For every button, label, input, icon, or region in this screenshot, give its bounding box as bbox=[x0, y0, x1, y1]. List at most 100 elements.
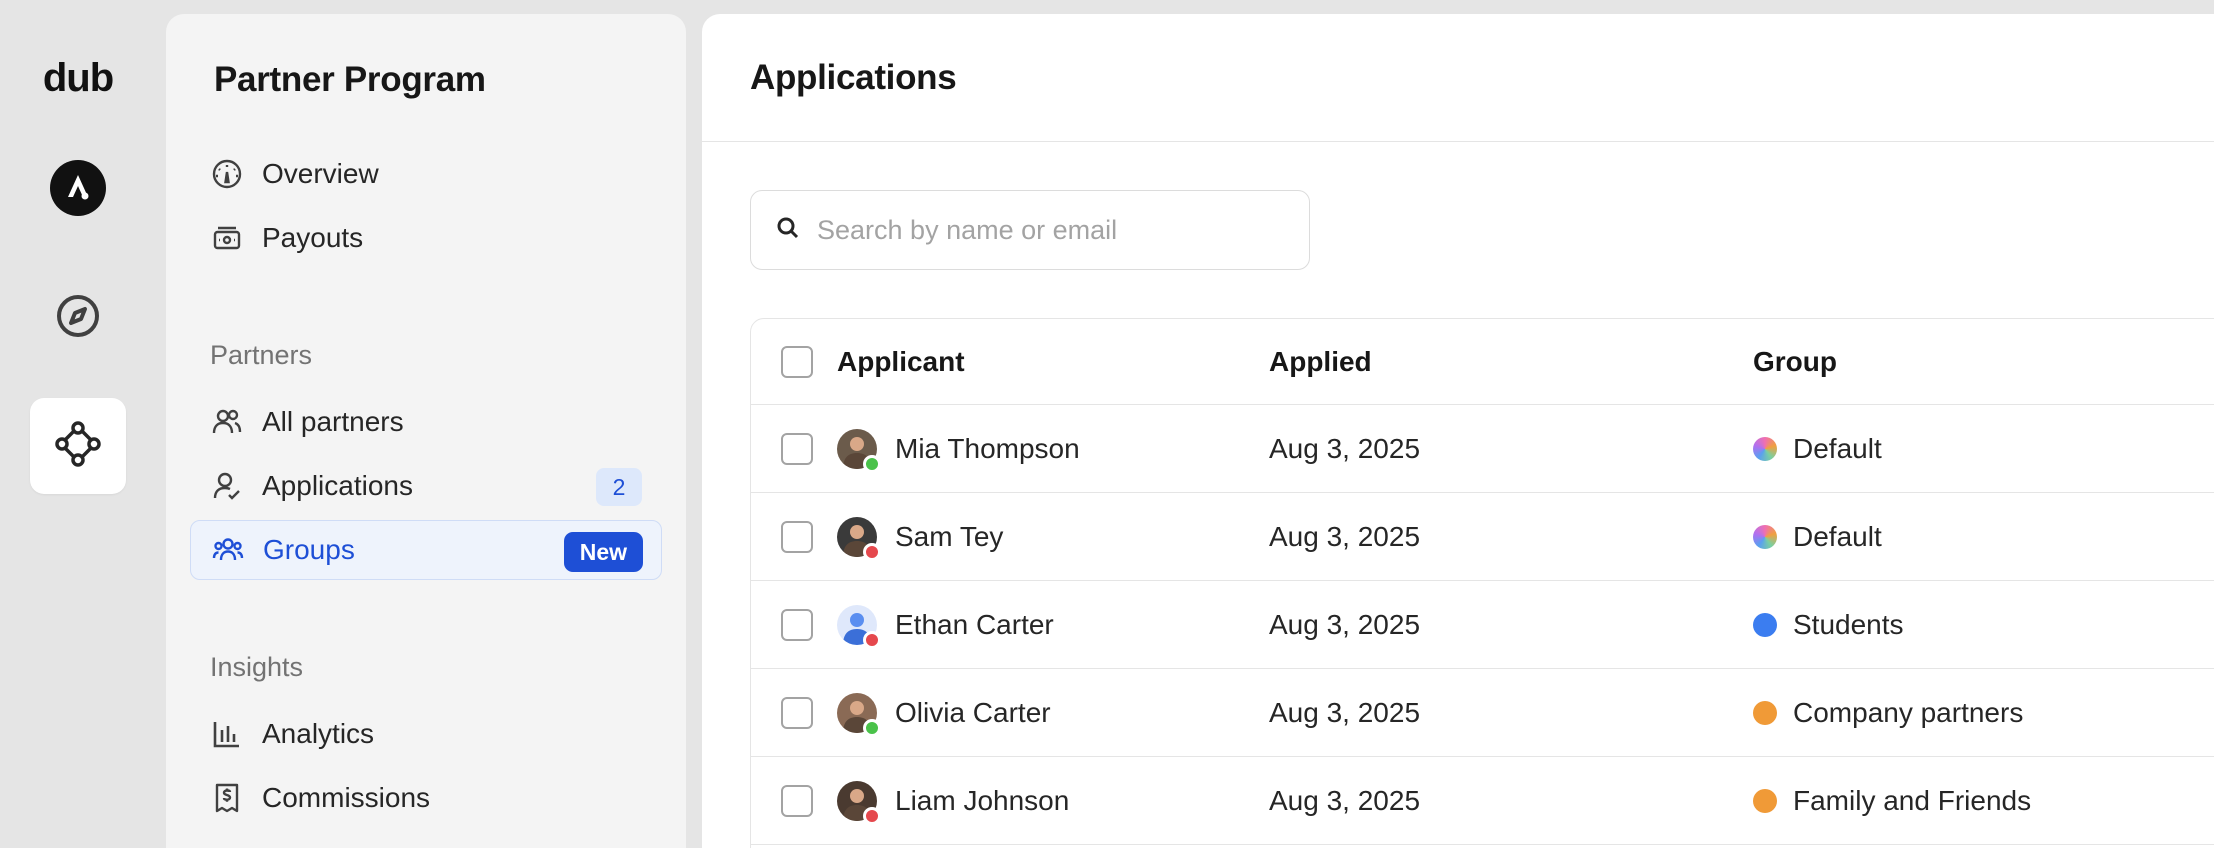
applied-cell: Aug 3, 2025 bbox=[1269, 784, 1421, 816]
group-color-dot bbox=[1753, 612, 1777, 637]
group-color-dot bbox=[1753, 788, 1777, 813]
row-select-cell bbox=[781, 581, 813, 668]
page-header: Applications bbox=[702, 14, 2214, 142]
group-cell: Default bbox=[1753, 405, 1882, 492]
avatar bbox=[837, 780, 881, 825]
group-name: Company partners bbox=[1793, 696, 2024, 728]
applicant-name[interactable]: Mia Thompson bbox=[895, 433, 1080, 465]
group-cell: Family and Friends bbox=[1753, 757, 2031, 844]
sidebar-item-groups[interactable]: Groups New bbox=[190, 520, 662, 580]
avatar bbox=[837, 604, 881, 649]
network-icon bbox=[53, 419, 103, 474]
sidebar-item-overview[interactable]: Overview bbox=[190, 144, 662, 204]
users-group-icon bbox=[211, 533, 245, 567]
table-row[interactable]: Mia Thompson Aug 3, 2025 Default bbox=[751, 405, 2214, 493]
column-header-applied[interactable]: Applied bbox=[1269, 319, 1372, 404]
users-icon bbox=[210, 405, 244, 439]
applications-count-badge: 2 bbox=[596, 468, 642, 506]
group-color-dot bbox=[1753, 700, 1777, 725]
search-box[interactable] bbox=[750, 190, 1310, 270]
row-checkbox[interactable] bbox=[781, 520, 813, 553]
applicant-name[interactable]: Olivia Carter bbox=[895, 697, 1051, 729]
column-header-applicant[interactable]: Applicant bbox=[837, 319, 965, 404]
table-row[interactable]: Ethan Carter Aug 3, 2025 Students bbox=[751, 581, 2214, 669]
avatar bbox=[837, 516, 881, 561]
row-select-cell bbox=[781, 493, 813, 580]
select-all-checkbox[interactable] bbox=[781, 345, 813, 378]
row-select-cell bbox=[781, 405, 813, 492]
row-checkbox[interactable] bbox=[781, 696, 813, 729]
group-name: Family and Friends bbox=[1793, 784, 2032, 816]
table-header-row: Applicant Applied Group bbox=[751, 319, 2214, 405]
sidebar-item-analytics[interactable]: Analytics bbox=[190, 704, 662, 764]
app: dub Partner Program Overview Payouts Par… bbox=[0, 0, 2214, 848]
search-input[interactable] bbox=[817, 214, 1297, 246]
sidebar: Partner Program Overview Payouts Partner… bbox=[166, 14, 686, 848]
group-cell: Students bbox=[1753, 581, 1904, 668]
workspace-logo-icon bbox=[50, 159, 106, 221]
dub-logo[interactable]: dub bbox=[30, 50, 126, 106]
chart-icon bbox=[210, 717, 244, 751]
receipt-icon bbox=[210, 781, 244, 815]
main-panel: Applications Applicant Applied Group Mia… bbox=[702, 14, 2214, 848]
status-dot bbox=[863, 806, 881, 825]
group-color-dot bbox=[1753, 436, 1777, 461]
table-row[interactable]: Olivia Carter Aug 3, 2025 Company partners bbox=[751, 669, 2214, 757]
money-icon bbox=[210, 221, 244, 255]
explore-button[interactable] bbox=[30, 270, 126, 366]
select-all-cell bbox=[781, 319, 813, 404]
page-title: Applications bbox=[750, 58, 957, 97]
workspace-avatar-button[interactable] bbox=[30, 142, 126, 238]
section-label-insights: Insights bbox=[210, 652, 304, 682]
sidebar-item-applications[interactable]: Applications 2 bbox=[190, 456, 662, 516]
sidebar-title: Partner Program bbox=[214, 60, 486, 99]
applicant-name[interactable]: Ethan Carter bbox=[895, 609, 1054, 641]
sidebar-item-label: Commissions bbox=[262, 782, 431, 813]
app-rail: dub bbox=[0, 0, 156, 848]
status-dot bbox=[863, 630, 881, 649]
row-select-cell bbox=[781, 669, 813, 756]
sidebar-item-label: Groups bbox=[263, 534, 355, 565]
gauge-icon bbox=[210, 157, 244, 191]
compass-icon bbox=[54, 292, 102, 345]
row-checkbox[interactable] bbox=[781, 608, 813, 641]
partner-program-button[interactable] bbox=[30, 398, 126, 494]
applicant-cell: Liam Johnson bbox=[837, 757, 1069, 844]
status-dot bbox=[863, 718, 881, 737]
applications-table: Applicant Applied Group Mia Thompson Aug … bbox=[750, 318, 2214, 848]
avatar bbox=[837, 428, 881, 473]
search-icon bbox=[775, 215, 801, 246]
applied-cell: Aug 3, 2025 bbox=[1269, 520, 1421, 552]
applicant-cell: Olivia Carter bbox=[837, 669, 1051, 756]
table-row[interactable]: Sam Tey Aug 3, 2025 Default bbox=[751, 493, 2214, 581]
row-checkbox[interactable] bbox=[781, 784, 813, 817]
applicant-name[interactable]: Liam Johnson bbox=[895, 785, 1069, 817]
sidebar-item-label: Overview bbox=[262, 158, 379, 189]
section-label-partners: Partners bbox=[210, 340, 313, 370]
row-checkbox[interactable] bbox=[781, 432, 813, 465]
applicant-cell: Mia Thompson bbox=[837, 405, 1080, 492]
applied-cell: Aug 3, 2025 bbox=[1269, 432, 1421, 464]
sidebar-item-label: Applications bbox=[262, 470, 413, 501]
sidebar-item-label: Analytics bbox=[262, 718, 375, 749]
group-name: Students bbox=[1793, 608, 1904, 640]
group-name: Default bbox=[1793, 432, 1882, 464]
sidebar-item-label: All partners bbox=[262, 406, 404, 437]
status-dot bbox=[863, 454, 881, 473]
applicant-name[interactable]: Sam Tey bbox=[895, 521, 1003, 553]
user-check-icon bbox=[210, 469, 244, 503]
sidebar-item-commissions[interactable]: Commissions bbox=[190, 768, 662, 828]
table-row[interactable]: Liam Johnson Aug 3, 2025 Family and Friend… bbox=[751, 757, 2214, 845]
group-cell: Company partners bbox=[1753, 669, 2023, 756]
applied-cell: Aug 3, 2025 bbox=[1269, 696, 1421, 728]
applied-cell: Aug 3, 2025 bbox=[1269, 608, 1421, 640]
group-color-dot bbox=[1753, 524, 1777, 549]
applicant-cell: Sam Tey bbox=[837, 493, 1003, 580]
sidebar-item-payouts[interactable]: Payouts bbox=[190, 208, 662, 268]
sidebar-item-all-partners[interactable]: All partners bbox=[190, 392, 662, 452]
applicant-cell: Ethan Carter bbox=[837, 581, 1054, 668]
status-dot bbox=[863, 542, 881, 561]
column-header-group[interactable]: Group bbox=[1753, 319, 1837, 404]
sidebar-item-label: Payouts bbox=[262, 222, 364, 253]
avatar bbox=[837, 692, 881, 737]
